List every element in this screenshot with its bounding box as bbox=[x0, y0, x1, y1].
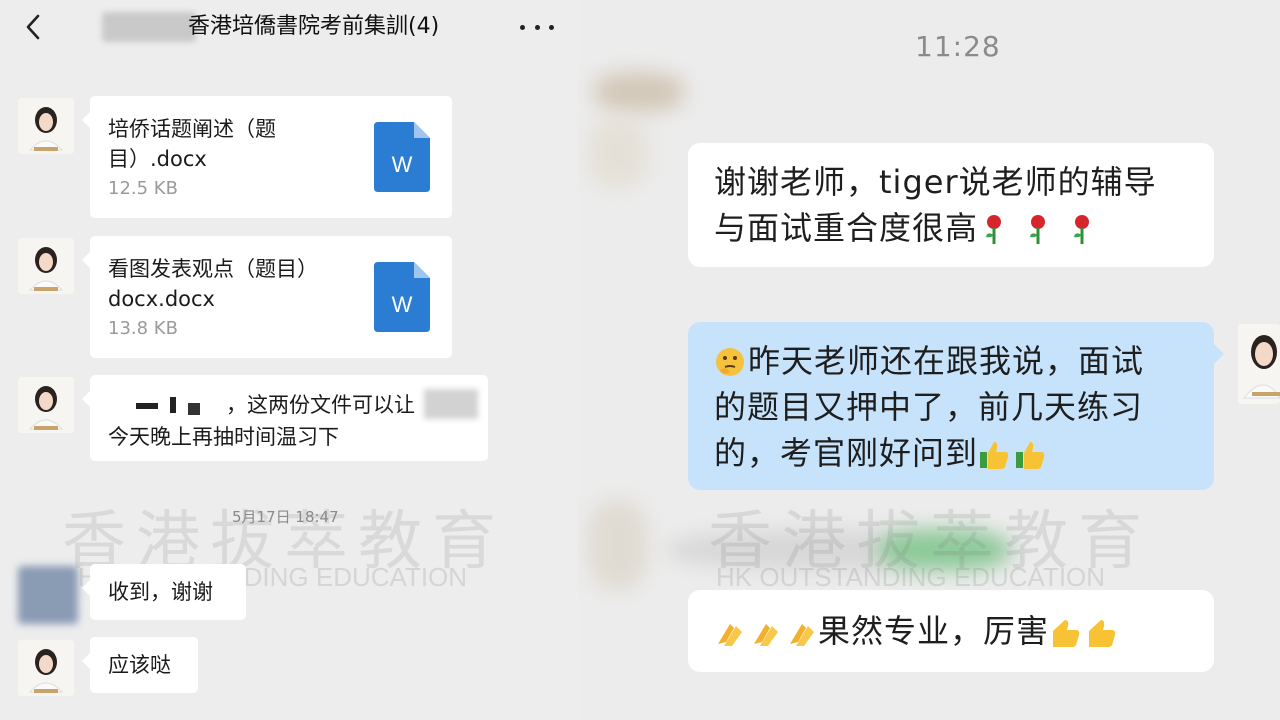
message-text: 今天晚上再抽时间温习下 bbox=[108, 425, 339, 449]
teacher-avatar[interactable] bbox=[18, 640, 74, 696]
word-letter: W bbox=[392, 292, 413, 317]
redacted-text bbox=[136, 397, 232, 415]
redacted-name bbox=[102, 12, 196, 42]
message-line: 昨天老师还在跟我说，面试 bbox=[714, 338, 1144, 384]
file-size: 12.5 KB bbox=[108, 178, 178, 199]
teacher-avatar[interactable] bbox=[18, 238, 74, 294]
message-text: 收到，谢谢 bbox=[108, 580, 213, 604]
thumbs-up-icon bbox=[978, 438, 1010, 470]
thumbs-up-icon bbox=[1014, 438, 1046, 470]
bubble-tail bbox=[1214, 344, 1224, 364]
redacted-text bbox=[424, 389, 478, 419]
file-name: 看图发表观点（题目）docx.docx bbox=[108, 257, 318, 311]
file-message[interactable]: 看图发表观点（题目）docx.docx 13.8 KB W bbox=[82, 236, 452, 358]
chevron-left-icon[interactable] bbox=[22, 12, 46, 42]
chat-header: 香港培僑書院考前集訓(4) bbox=[0, 0, 578, 56]
message-line: 与面试重合度很高 bbox=[714, 205, 1098, 251]
text-message[interactable]: 果然专业，厉害 bbox=[688, 590, 1214, 672]
rose-icon bbox=[1066, 213, 1098, 245]
message-line: 果然专业，厉害 bbox=[714, 608, 1117, 654]
text-message[interactable]: 应该哒 bbox=[82, 637, 198, 693]
message-text: 与面试重合度很高 bbox=[714, 209, 979, 247]
thinking-face-icon bbox=[714, 346, 746, 378]
more-horizontal-icon[interactable] bbox=[520, 14, 554, 40]
praying-hands-icon bbox=[750, 616, 782, 648]
left-chat-panel: 香港培僑書院考前集訓(4) 香港拔萃教育 HK OUTSTANDING EDUC… bbox=[0, 0, 578, 720]
text-message[interactable]: ，这两份文件可以让 今天晚上再抽时间温习下 bbox=[82, 375, 488, 461]
message-timestamp: 5月17日 18:47 bbox=[232, 508, 339, 526]
message-text: 谢谢老师，tiger说老师的辅导 bbox=[714, 163, 1157, 201]
word-doc-icon: W bbox=[374, 122, 430, 192]
text-message[interactable]: 谢谢老师，tiger说老师的辅导 与面试重合度很高 bbox=[688, 143, 1214, 267]
message-line: 的，考官刚好问到 bbox=[714, 430, 1046, 476]
message-text: 的题目又押中了，前几天练习 bbox=[714, 388, 1144, 426]
file-message[interactable]: 培侨话题阐述（题目）.docx 12.5 KB W bbox=[82, 96, 452, 218]
chat-time: 11:28 bbox=[915, 30, 1001, 63]
redacted-blur bbox=[594, 72, 684, 112]
thumbs-up-icon bbox=[1049, 616, 1081, 648]
rose-icon bbox=[978, 213, 1010, 245]
message-text: 昨天老师还在跟我说，面试 bbox=[748, 342, 1145, 380]
text-message[interactable]: 收到，谢谢 bbox=[82, 564, 246, 620]
teacher-avatar[interactable] bbox=[1238, 324, 1280, 404]
message-text: ，这两份文件可以让 bbox=[226, 393, 415, 417]
file-name: 培侨话题阐述（题目）.docx bbox=[108, 117, 276, 171]
teacher-avatar[interactable] bbox=[18, 98, 74, 154]
word-doc-icon: W bbox=[374, 262, 430, 332]
thumbs-up-icon bbox=[1085, 616, 1117, 648]
watermark-english: HK OUTSTANDING EDUCATION bbox=[716, 562, 1106, 592]
praying-hands-icon bbox=[714, 616, 746, 648]
word-letter: W bbox=[392, 152, 413, 177]
chat-title: 香港培僑書院考前集訓(4) bbox=[188, 14, 440, 39]
rose-icon bbox=[1022, 213, 1054, 245]
text-message-sent[interactable]: 昨天老师还在跟我说，面试 的题目又押中了，前几天练习 的，考官刚好问到 bbox=[688, 322, 1214, 490]
praying-hands-icon bbox=[786, 616, 818, 648]
message-text: 的，考官刚好问到 bbox=[714, 434, 979, 472]
user-avatar[interactable] bbox=[18, 566, 78, 624]
teacher-avatar[interactable] bbox=[18, 377, 74, 433]
redacted-blur bbox=[588, 500, 648, 590]
message-text: 果然专业，厉害 bbox=[818, 612, 1050, 650]
redacted-blur bbox=[588, 118, 648, 188]
file-size: 13.8 KB bbox=[108, 318, 178, 339]
message-text: 应该哒 bbox=[108, 653, 171, 677]
